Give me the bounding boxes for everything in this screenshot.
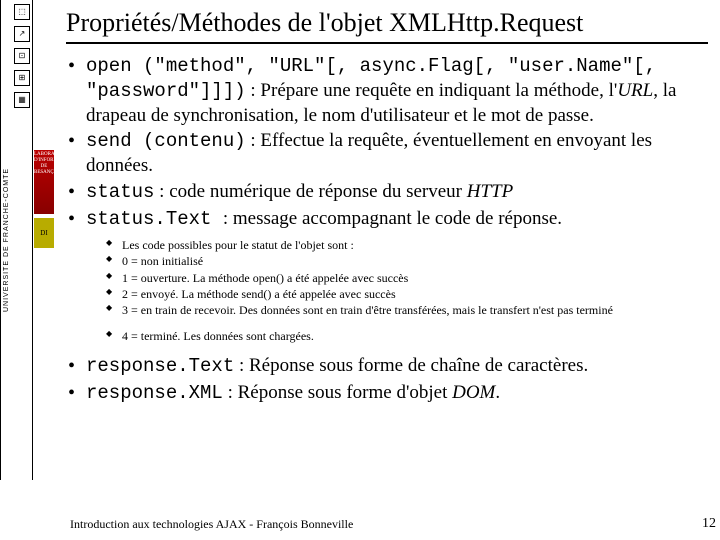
sub-1: 0 = non initialisé — [106, 253, 708, 269]
slide-title: Propriétés/Méthodes de l'objet XMLHttp.R… — [66, 8, 708, 44]
sub-0: Les code possibles pour le statut de l'o… — [106, 237, 708, 253]
lab-logo: LABORATOIRE D'INFORMATIQUE DE BESANÇON — [34, 150, 54, 214]
code-responsexml: response.XML — [86, 382, 223, 404]
code-responsetext: response.Text — [86, 355, 234, 377]
code-status: status — [86, 181, 154, 203]
slide-content: Propriétés/Méthodes de l'objet XMLHttp.R… — [58, 0, 720, 412]
item-responsexml: response.XML : Réponse sous forme d'obje… — [66, 381, 708, 406]
sidebar-icon-5: ▦ — [14, 92, 30, 108]
item-responsetext: response.Text : Réponse sous forme de ch… — [66, 354, 708, 379]
sidebar: UNIVERSITE DE FRANCHE-COMTE ⬚ ↗ ⊡ ⊞ ▦ LA… — [0, 0, 56, 480]
sub-list-2: 4 = terminé. Les données sont chargées. — [106, 328, 708, 344]
sub-list: Les code possibles pour le statut de l'o… — [106, 237, 708, 318]
sidebar-icon-3: ⊡ — [14, 48, 30, 64]
item-open: open ("method", "URL"[, async.Flag[, "us… — [66, 54, 708, 127]
code-send: send (contenu) — [86, 130, 246, 152]
sub-4: 3 = en train de recevoir. Des données so… — [106, 302, 708, 318]
sidebar-icon-1: ⬚ — [14, 4, 30, 20]
sub-2: 1 = ouverture. La méthode open() a été a… — [106, 270, 708, 286]
di-logo: DI — [34, 218, 54, 248]
sidebar-icon-4: ⊞ — [14, 70, 30, 86]
main-list: open ("method", "URL"[, async.Flag[, "us… — [66, 54, 708, 231]
item-status: status : code numérique de réponse du se… — [66, 180, 708, 205]
sidebar-logos: LABORATOIRE D'INFORMATIQUE DE BESANÇON D… — [33, 0, 55, 480]
slide-footer: Introduction aux technologies AJAX - Fra… — [70, 517, 353, 532]
sub2-0: 4 = terminé. Les données sont chargées. — [106, 328, 708, 344]
item-statustext: status.Text : message accompagnant le co… — [66, 207, 708, 232]
main-list-2: response.Text : Réponse sous forme de ch… — [66, 354, 708, 406]
sub-3: 2 = envoyé. La méthode send() a été appe… — [106, 286, 708, 302]
item-send: send (contenu) : Effectue la requête, év… — [66, 129, 708, 178]
code-statustext: status.Text — [86, 208, 223, 230]
sidebar-university: UNIVERSITE DE FRANCHE-COMTE — [0, 0, 12, 480]
sidebar-icons: ⬚ ↗ ⊡ ⊞ ▦ — [12, 0, 33, 480]
page-number: 12 — [702, 516, 716, 532]
sidebar-icon-2: ↗ — [14, 26, 30, 42]
